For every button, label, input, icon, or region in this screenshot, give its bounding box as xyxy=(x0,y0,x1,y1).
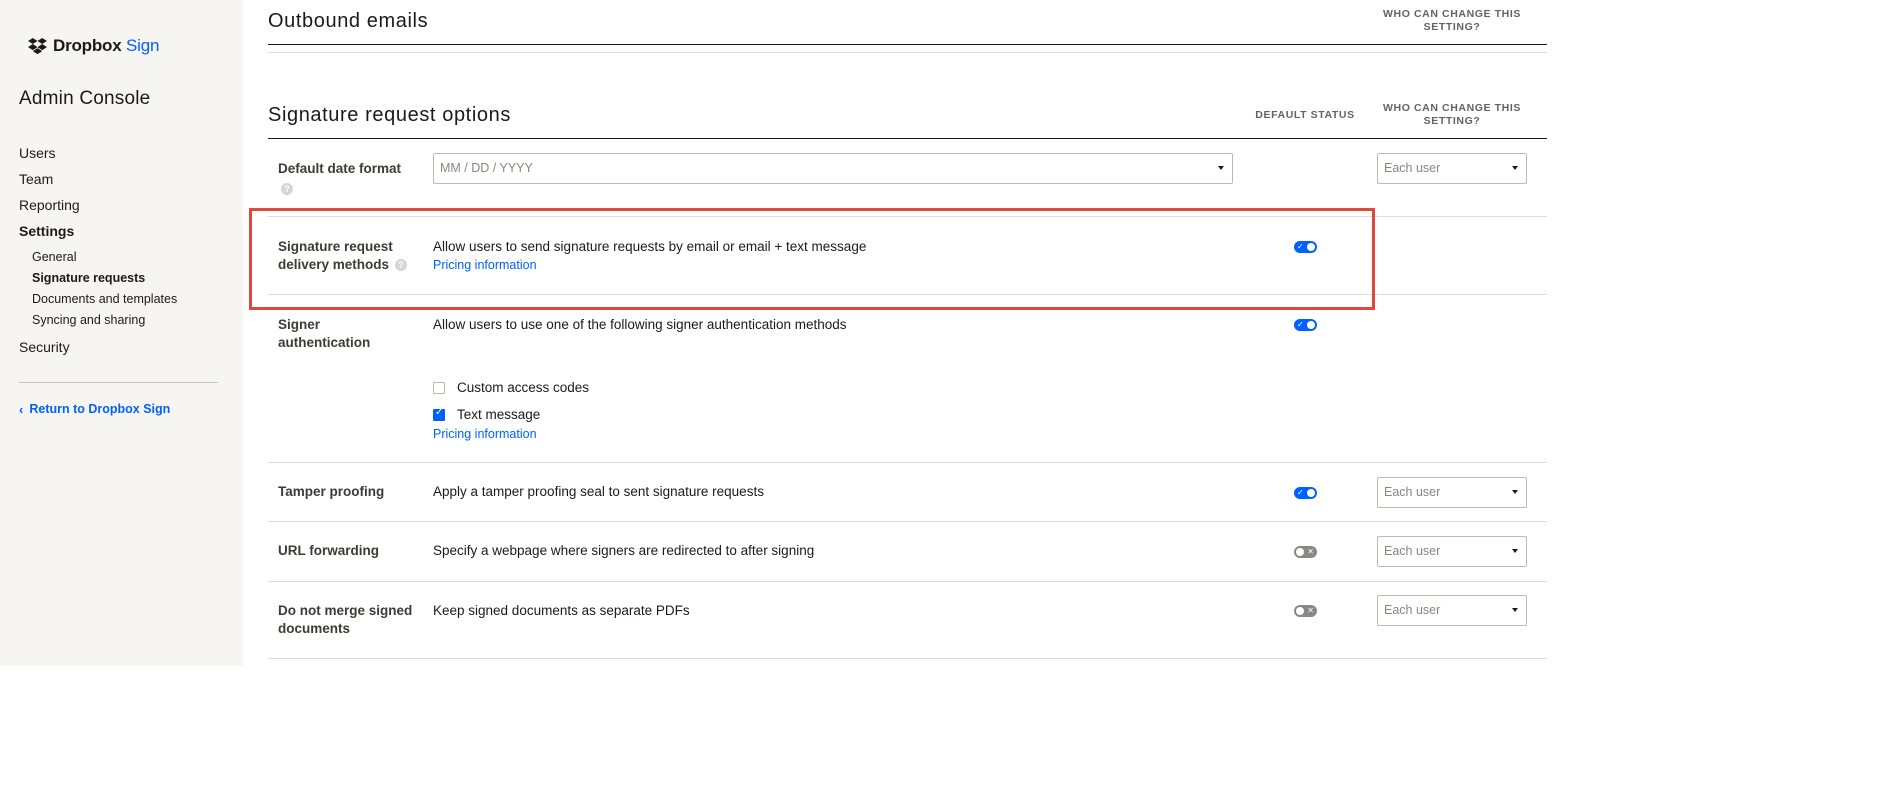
custom-access-codes-label: Custom access codes xyxy=(457,380,590,395)
toggle-knob xyxy=(1296,548,1304,556)
no-merge-who-select[interactable]: Each user xyxy=(1377,595,1527,626)
no-merge-description: Keep signed documents as separate PDFs xyxy=(433,603,690,618)
tamper-proofing-who-value: Each user xyxy=(1384,485,1441,499)
signature-options-title: Signature request options xyxy=(268,104,511,126)
sidebar-subitem-syncing-sharing[interactable]: Syncing and sharing xyxy=(32,310,219,331)
caret-down-icon xyxy=(1512,549,1518,553)
no-merge-label: Do not merge signed documents xyxy=(278,603,413,636)
custom-access-codes-option[interactable]: Custom access codes xyxy=(433,380,589,395)
date-format-label: Default date format ? xyxy=(278,160,418,196)
sidebar-item-security[interactable]: Security xyxy=(19,337,219,363)
settings-submenu: General Signature requests Documents and… xyxy=(19,247,219,331)
signer-auth-description: Allow users to use one of the following … xyxy=(433,317,847,332)
signature-who-can-change-header: WHO CAN CHANGE THIS SETTING? xyxy=(1383,102,1521,127)
check-icon: ✓ xyxy=(1297,488,1304,497)
toggle-knob xyxy=(1296,607,1304,615)
delivery-methods-description: Allow users to send signature requests b… xyxy=(433,239,867,254)
signer-auth-pricing-link[interactable]: Pricing information xyxy=(433,425,537,443)
row-divider xyxy=(268,581,1547,582)
outbound-divider-light xyxy=(268,52,1547,53)
caret-down-icon xyxy=(1218,166,1224,170)
sidebar-subitem-documents-templates[interactable]: Documents and templates xyxy=(32,289,219,310)
outbound-who-can-change-header: WHO CAN CHANGE THIS SETTING? xyxy=(1383,8,1521,33)
caret-down-icon xyxy=(1512,490,1518,494)
check-icon: ✓ xyxy=(1297,320,1304,329)
chevron-left-icon: ‹ xyxy=(19,401,24,417)
toggle-knob xyxy=(1307,321,1315,329)
default-status-header: DEFAULT STATUS xyxy=(1255,109,1355,121)
help-icon[interactable]: ? xyxy=(281,182,293,195)
custom-access-codes-checkbox[interactable] xyxy=(433,381,445,394)
delivery-methods-toggle[interactable]: ✓ xyxy=(1294,241,1317,253)
sidebar-item-settings[interactable]: Settings xyxy=(19,221,219,247)
sidebar-item-reporting[interactable]: Reporting xyxy=(19,195,219,221)
row-divider xyxy=(268,294,1547,295)
toggle-knob xyxy=(1307,243,1315,251)
sidebar: Dropbox Sign Admin Console Users Team Re… xyxy=(0,0,243,666)
signer-auth-label: Signer authentication xyxy=(278,317,371,350)
sidebar-nav: Users Team Reporting Settings General Si… xyxy=(19,143,219,363)
sidebar-divider xyxy=(19,382,218,383)
no-merge-who-value: Each user xyxy=(1384,603,1441,617)
x-icon: ✕ xyxy=(1307,547,1314,556)
caret-down-icon xyxy=(1512,166,1518,170)
no-merge-toggle[interactable]: ✕ xyxy=(1294,605,1317,617)
tamper-proofing-who-select[interactable]: Each user xyxy=(1377,477,1527,508)
delivery-methods-label-text: Signature request delivery methods xyxy=(278,239,393,272)
sidebar-item-users[interactable]: Users xyxy=(19,143,219,169)
text-message-option[interactable]: Text message xyxy=(433,407,540,422)
delivery-methods-desc: Allow users to send signature requests b… xyxy=(433,238,866,274)
url-forwarding-who-select[interactable]: Each user xyxy=(1377,536,1527,567)
date-format-value: MM / DD / YYYY xyxy=(440,161,533,175)
date-format-label-text: Default date format xyxy=(278,161,402,176)
dropbox-icon xyxy=(28,37,47,54)
url-forwarding-description: Specify a webpage where signers are redi… xyxy=(433,543,815,558)
tamper-proofing-description: Apply a tamper proofing seal to sent sig… xyxy=(433,484,764,499)
check-icon: ✓ xyxy=(1297,242,1304,251)
signature-options-divider xyxy=(268,138,1547,139)
return-link-label: Return to Dropbox Sign xyxy=(29,402,171,416)
admin-console-title: Admin Console xyxy=(19,88,151,109)
row-divider xyxy=(268,216,1547,217)
text-message-checkbox[interactable] xyxy=(433,407,445,421)
pricing-information-link[interactable]: Pricing information xyxy=(433,256,866,274)
row-divider xyxy=(268,462,1547,463)
return-to-dropbox-sign-link[interactable]: ‹ Return to Dropbox Sign xyxy=(19,402,170,416)
logo-text: Dropbox Sign xyxy=(53,36,160,55)
url-forwarding-toggle[interactable]: ✕ xyxy=(1294,546,1317,558)
delivery-methods-label: Signature request delivery methods ? xyxy=(278,238,413,274)
sidebar-subitem-general[interactable]: General xyxy=(32,247,219,268)
tamper-proofing-toggle[interactable]: ✓ xyxy=(1294,487,1317,499)
caret-down-icon xyxy=(1512,608,1518,612)
row-divider xyxy=(268,521,1547,522)
row-divider xyxy=(268,658,1547,659)
sidebar-subitem-signature-requests[interactable]: Signature requests xyxy=(32,268,219,289)
toggle-knob xyxy=(1307,489,1315,497)
url-forwarding-label: URL forwarding xyxy=(278,543,379,558)
tamper-proofing-label: Tamper proofing xyxy=(278,484,385,499)
date-format-who-value: Each user xyxy=(1384,161,1441,175)
url-forwarding-who-value: Each user xyxy=(1384,544,1441,558)
dropbox-sign-logo[interactable]: Dropbox Sign xyxy=(28,36,159,56)
x-icon: ✕ xyxy=(1307,606,1314,615)
outbound-emails-title: Outbound emails xyxy=(268,10,429,32)
sidebar-item-team[interactable]: Team xyxy=(19,169,219,195)
signer-auth-toggle[interactable]: ✓ xyxy=(1294,319,1317,331)
date-format-who-select[interactable]: Each user xyxy=(1377,153,1527,184)
date-format-select[interactable]: MM / DD / YYYY xyxy=(433,153,1233,184)
help-icon[interactable]: ? xyxy=(394,259,407,272)
outbound-divider xyxy=(268,44,1547,45)
text-message-label: Text message xyxy=(457,407,541,422)
